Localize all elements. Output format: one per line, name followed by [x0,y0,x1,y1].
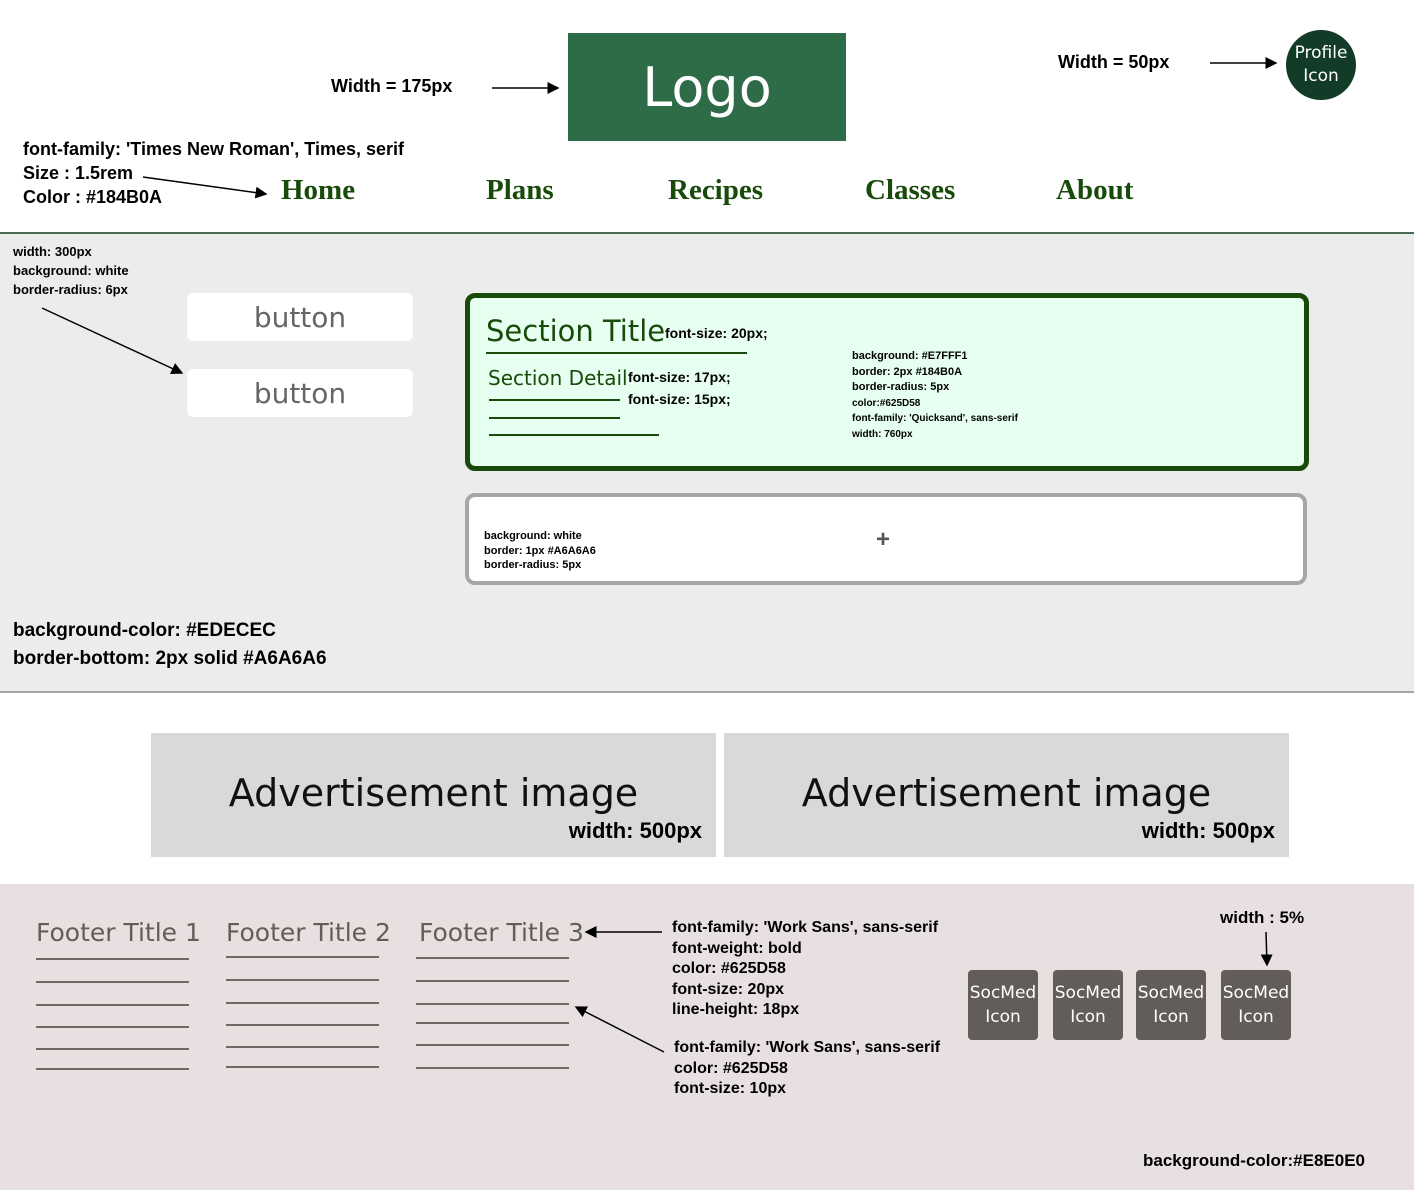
title-note-color: color: #625D58 [672,960,786,977]
add-note-radius: border-radius: 5px [484,559,582,571]
plus-icon[interactable]: + [876,526,890,554]
link-note-family: font-family: 'Work Sans', sans-serif [674,1039,941,1056]
profile-icon-label-2: Icon [1303,66,1339,86]
footer-link[interactable] [416,980,569,982]
social-icon-label: Icon [1153,1007,1189,1027]
section-line-3 [489,434,659,436]
social-media-icon-3[interactable]: SocMed Icon [1136,970,1206,1040]
button-style-annotation: width: 300px background: white border-ra… [13,242,129,299]
footer-link[interactable] [226,956,379,958]
section-detail: Section Detail [488,366,628,390]
section-card-style-note: background: #E7FFF1 border: 2px #184B0A … [852,349,1018,442]
card-note-color: color:#625D58 [852,397,921,409]
logo[interactable]: Logo [568,33,846,141]
advertisement-image-2[interactable]: Advertisement image width: 500px [724,733,1289,857]
advertisement-width-note: width: 500px [568,818,702,843]
nav-plans[interactable]: Plans [486,174,554,207]
footer-bg-note: background-color:#E8E0E0 [1143,1151,1366,1170]
profile-icon-label-1: Profile [1294,43,1348,63]
footer-title-2: Footer Title 2 [226,918,391,947]
footer-title-1: Footer Title 1 [36,918,201,947]
footer-link[interactable] [36,1004,189,1006]
footer-link[interactable] [416,957,569,959]
nav-about[interactable]: About [1056,174,1133,207]
nav-recipes[interactable]: Recipes [668,174,763,207]
footer-link[interactable] [36,981,189,983]
footer-link[interactable] [416,1022,569,1024]
social-icon-label: Icon [1070,1007,1106,1027]
footer-link[interactable] [226,979,379,981]
social-media-icon-4[interactable]: SocMed Icon [1221,970,1291,1040]
title-note-family: font-family: 'Work Sans', sans-serif [672,919,939,936]
social-icon-label: SocMed [969,983,1037,1003]
card-note-border: border: 2px #184B0A [852,365,963,378]
card-note-bg: background: #E7FFF1 [852,350,968,362]
footer-link[interactable] [36,1026,189,1028]
footer-link[interactable] [36,1048,189,1050]
footer-link[interactable] [416,1044,569,1046]
social-icon-label: SocMed [1054,983,1122,1003]
social-media-icon-2[interactable]: SocMed Icon [1053,970,1123,1040]
advertisement-title: Advertisement image [228,771,639,815]
section-title-underline [486,352,747,354]
social-icon-label: SocMed [1222,983,1290,1003]
section-line-font-note: font-size: 15px; [628,391,731,407]
band-note-border: border-bottom: 2px solid #A6A6A6 [13,648,327,669]
main-band-style-note: background-color: #EDECEC border-bottom:… [13,617,327,673]
social-icon-label: Icon [1238,1007,1274,1027]
nav-classes[interactable]: Classes [865,174,955,207]
add-note-bg: background: white [484,530,582,542]
footer-link-style-note: font-family: 'Work Sans', sans-serif col… [674,1038,940,1100]
title-note-size: font-size: 20px [672,980,785,998]
link-note-color: color: #625D58 [674,1059,788,1077]
footer-title-style-note: font-family: 'Work Sans', sans-serif fon… [672,918,938,1021]
side-button-1[interactable]: button [187,293,413,341]
social-media-icon-1[interactable]: SocMed Icon [968,970,1038,1040]
add-note-border: border: 1px #A6A6A6 [484,544,596,557]
footer-title-3: Footer Title 3 [419,918,584,947]
footer-link[interactable] [36,1068,189,1070]
title-note-weight: font-weight: bold [672,939,802,957]
footer-link[interactable] [226,1024,379,1026]
section-detail-font-note: font-size: 17px; [628,369,731,385]
footer-link[interactable] [226,1046,379,1048]
footer-link[interactable] [226,1002,379,1004]
profile-width-annotation: Width = 50px [1058,52,1170,72]
section-line-1 [489,399,620,401]
logo-width-annotation: Width = 175px [331,76,453,96]
nav-font-family-note: font-family: 'Times New Roman', Times, s… [23,139,404,159]
button-note-width: width: 300px [13,244,92,259]
section-title: Section Title [486,314,666,348]
link-note-size: font-size: 10px [674,1080,787,1097]
section-title-font-note: font-size: 20px; [665,325,768,341]
social-width-note: width : 5% [1220,908,1305,927]
advertisement-title: Advertisement image [801,771,1212,815]
title-note-lineheight: line-height: 18px [672,1001,800,1018]
footer-link[interactable] [416,1067,569,1069]
footer-link[interactable] [416,1003,569,1005]
band-note-bg: background-color: #EDECEC [13,620,276,641]
advertisement-width-note: width: 500px [1141,818,1275,843]
card-note-radius: border-radius: 5px [852,381,950,393]
add-card-style-note: background: white border: 1px #A6A6A6 bo… [484,529,596,573]
card-note-width: width: 760px [852,428,913,440]
card-note-font: font-family: 'Quicksand', sans-serif [852,413,1018,424]
advertisement-image-1[interactable]: Advertisement image width: 500px [151,733,716,857]
nav-home[interactable]: Home [281,174,355,207]
button-note-radius: border-radius: 6px [13,282,128,297]
social-icon-label: SocMed [1137,983,1205,1003]
side-button-2[interactable]: button [187,369,413,417]
social-icon-label: Icon [985,1007,1021,1027]
footer-link[interactable] [226,1066,379,1068]
footer-link[interactable] [36,958,189,960]
button-note-bg: background: white [13,263,129,278]
profile-icon[interactable]: Profile Icon [1286,30,1356,100]
section-line-2 [489,417,620,419]
